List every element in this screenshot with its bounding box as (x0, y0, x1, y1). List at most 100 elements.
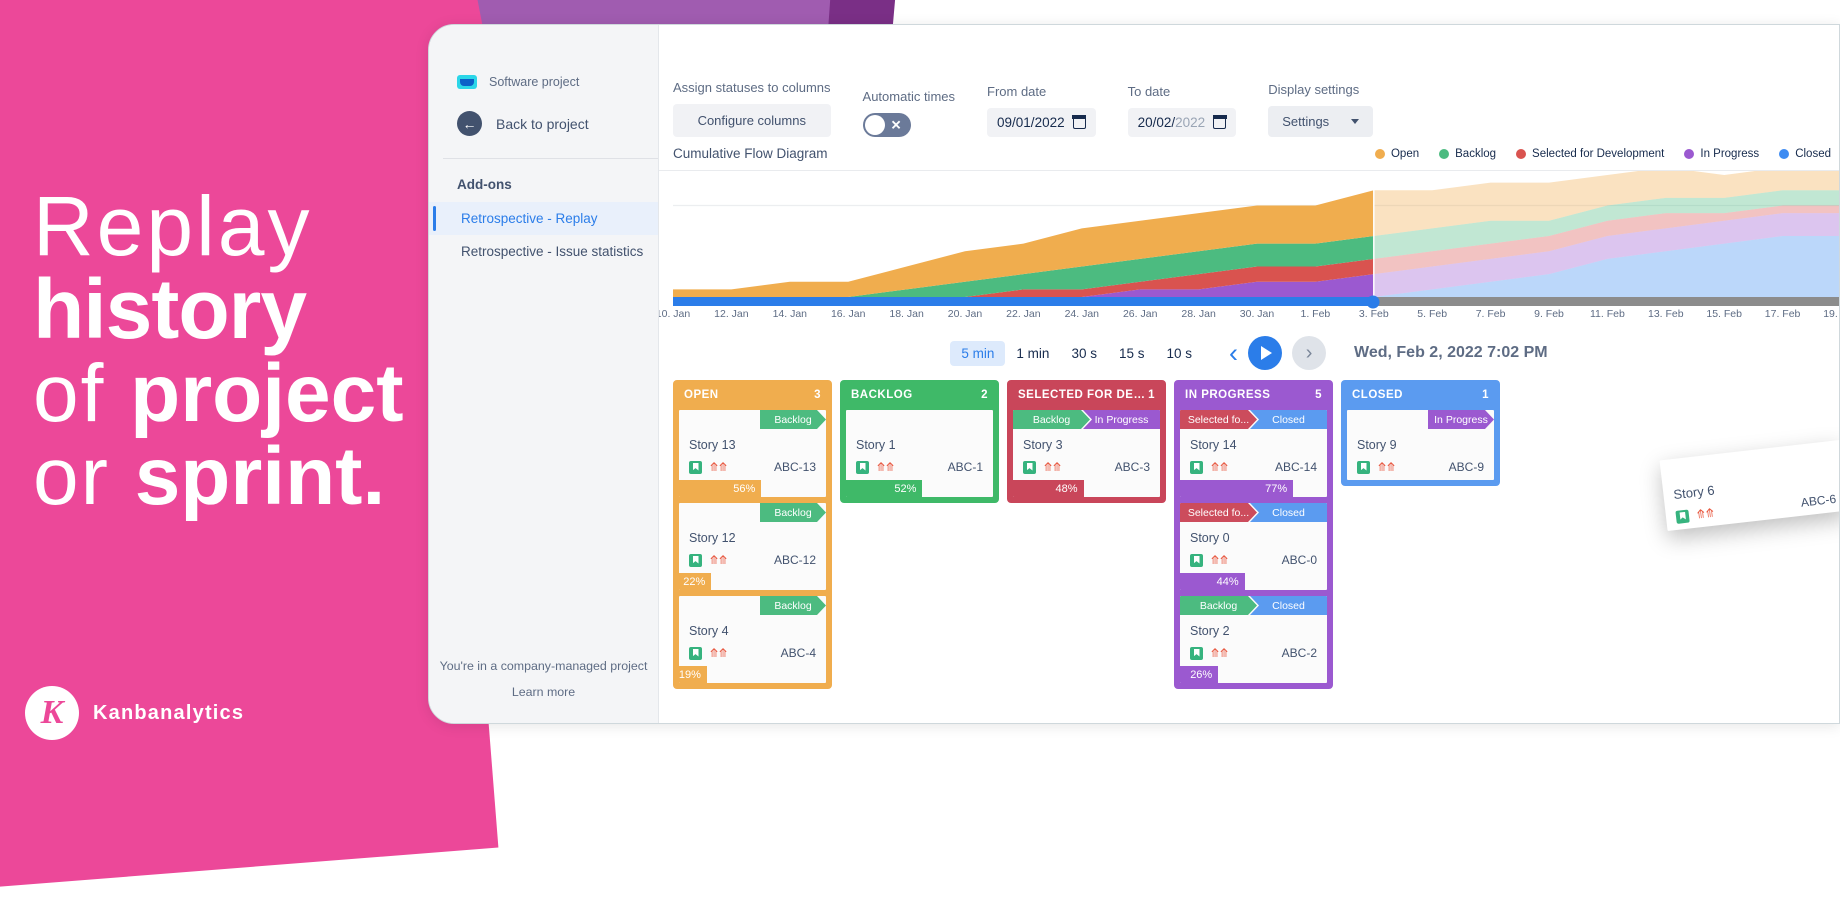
promo-headline: Replay history of project or sprint. (33, 185, 404, 518)
speed-option-10s[interactable]: 10 s (1156, 341, 1204, 366)
sidebar: Software project ← Back to project Add-o… (429, 25, 659, 723)
column-cards: Story 1⤊⤊ABC-152% (840, 410, 999, 497)
replay-timestamp: Wed, Feb 2, 2022 7:02 PM (1354, 344, 1548, 362)
legend-item[interactable]: Closed (1779, 148, 1831, 160)
to-date-input[interactable]: 20/02/2022 (1128, 108, 1237, 137)
board-card[interactable]: Story 1⤊⤊ABC-152% (846, 410, 993, 497)
x-axis-tick: 14. Jan (773, 308, 807, 320)
ribbon-from-status: Backlog (1180, 596, 1257, 615)
board-card[interactable]: BacklogIn ProgressStory 3⤊⤊ABC-348% (1013, 410, 1160, 497)
from-date-group: From date 09/01/2022 (987, 84, 1096, 137)
card-title: Story 1 (846, 429, 993, 456)
replay-progress-track[interactable] (673, 297, 1839, 306)
card-icons: ⤊⤊ (1190, 647, 1228, 660)
card-transition-ribbons: BacklogClosed (1180, 596, 1327, 615)
column-header: BACKLOG2 (840, 380, 999, 410)
kanbanalytics-logo-icon: K (25, 686, 79, 740)
promo-line-2: history (33, 268, 404, 351)
speed-option-30s[interactable]: 30 s (1060, 341, 1108, 366)
x-axis-tick: 1. Feb (1301, 308, 1331, 320)
board-card[interactable]: BacklogClosedStory 2⤊⤊ABC-226% (1180, 596, 1327, 683)
column-name: SELECTED FOR DEVELOPME... (1018, 389, 1148, 401)
card-key: ABC-0 (1282, 553, 1317, 567)
next-step-button[interactable]: › (1292, 336, 1326, 370)
x-axis-tick: 11. Feb (1590, 308, 1625, 320)
column-cards: Selected fo...ClosedStory 14⤊⤊ABC-1477% S… (1174, 410, 1333, 683)
legend-color-dot (1375, 149, 1385, 159)
card-footer: ⤊⤊ ABC-2 (1180, 642, 1327, 666)
card-progress-bar: 56% (679, 480, 761, 497)
board-column: IN PROGRESS5Selected fo...ClosedStory 14… (1174, 380, 1333, 689)
from-date-value: 09/01/ (997, 115, 1035, 130)
sidebar-item-retrospective-issue-statistics[interactable]: Retrospective - Issue statistics (429, 235, 658, 268)
back-to-project-label: Back to project (496, 116, 589, 132)
from-date-input[interactable]: 09/01/2022 (987, 108, 1096, 137)
promo-line-4: or sprint. (33, 434, 404, 517)
x-axis-tick: 18. Jan (889, 308, 923, 320)
card-title: Story 0 (1180, 522, 1327, 549)
calendar-icon (1213, 116, 1226, 129)
card-key: ABC-2 (1282, 646, 1317, 660)
board-card[interactable]: BacklogStory 12⤊⤊ABC-1222% (679, 503, 826, 590)
card-progress-bar: 19% (679, 666, 707, 683)
sidebar-project-row[interactable]: Software project (429, 71, 658, 89)
board-column: SELECTED FOR DEVELOPME...1BacklogIn Prog… (1007, 380, 1166, 503)
legend-item[interactable]: Open (1375, 148, 1419, 160)
play-button[interactable] (1248, 336, 1282, 370)
sidebar-item-retrospective-replay[interactable]: Retrospective - Replay (429, 202, 658, 235)
board-card[interactable]: Selected fo...ClosedStory 14⤊⤊ABC-1477% (1180, 410, 1327, 497)
settings-dropdown[interactable]: Settings (1268, 106, 1373, 137)
ribbon-from-status: In Progress (1428, 410, 1494, 429)
speed-option-1min[interactable]: 1 min (1005, 341, 1060, 366)
card-footer: ⤊⤊ ABC-0 (1180, 549, 1327, 573)
back-to-project-button[interactable]: ← Back to project (429, 89, 658, 158)
story-type-icon (1357, 461, 1370, 474)
ribbon-to-status: Closed (1250, 410, 1327, 429)
toolbar: Assign statuses to columns Configure col… (659, 25, 1839, 137)
card-progress-bar: 48% (1013, 480, 1084, 497)
speed-option-5min[interactable]: 5 min (950, 341, 1005, 366)
automatic-times-toggle[interactable]: ✕ (863, 113, 911, 137)
legend-color-dot (1439, 149, 1449, 159)
legend-label: Closed (1795, 148, 1831, 160)
card-progress-bar: 77% (1180, 480, 1293, 497)
speed-option-15s[interactable]: 15 s (1108, 341, 1156, 366)
card-title: Story 12 (679, 522, 826, 549)
card-footer: ⤊⤊ABC-13 (679, 456, 826, 480)
configure-columns-button[interactable]: Configure columns (673, 104, 831, 137)
column-header: OPEN3 (673, 380, 832, 410)
priority-highest-icon: ⤊⤊ (1210, 554, 1228, 566)
story-type-icon (1023, 461, 1036, 474)
toggle-knob (865, 115, 885, 135)
board-card[interactable]: BacklogStory 13⤊⤊ABC-1356% (679, 410, 826, 497)
legend-item[interactable]: Backlog (1439, 148, 1496, 160)
app-window: Software project ← Back to project Add-o… (428, 24, 1840, 724)
x-axis-tick: 5. Feb (1417, 308, 1447, 320)
board-card[interactable]: BacklogStory 4⤊⤊ABC-419% (679, 596, 826, 683)
sidebar-footer: You're in a company-managed project Lear… (429, 653, 658, 705)
replay-progress-fill (673, 297, 1373, 306)
card-transition-ribbons (846, 410, 993, 429)
card-transition-ribbons: Selected fo...Closed (1180, 503, 1327, 522)
ribbon-to-status: In Progress (1083, 410, 1160, 429)
card-key: ABC-9 (1449, 460, 1484, 474)
story-type-icon (689, 647, 702, 660)
automatic-times-group: Automatic times ✕ (863, 89, 955, 137)
x-axis-tick: 12. Jan (714, 308, 748, 320)
priority-highest-icon: ⤊⤊ (876, 461, 894, 473)
previous-step-button[interactable]: ‹ (1229, 340, 1238, 367)
legend-item[interactable]: In Progress (1684, 148, 1759, 160)
board-card[interactable]: Selected fo...ClosedStory 0⤊⤊ABC-044% (1180, 503, 1327, 590)
column-header: IN PROGRESS5 (1174, 380, 1333, 410)
legend-label: Backlog (1455, 148, 1496, 160)
x-axis-tick: 7. Feb (1476, 308, 1506, 320)
x-axis-tick: 10. Jan (659, 308, 690, 320)
legend-item[interactable]: Selected for Development (1516, 148, 1664, 160)
x-axis-tick: 26. Jan (1123, 308, 1157, 320)
card-key: ABC-3 (1115, 460, 1150, 474)
card-footer: ⤊⤊ABC-9 (1347, 456, 1494, 480)
card-icons: ⤊⤊ (856, 461, 894, 474)
legend-label: In Progress (1700, 148, 1759, 160)
learn-more-link[interactable]: Learn more (429, 679, 658, 705)
board-card[interactable]: In ProgressStory 9⤊⤊ABC-9 (1347, 410, 1494, 480)
